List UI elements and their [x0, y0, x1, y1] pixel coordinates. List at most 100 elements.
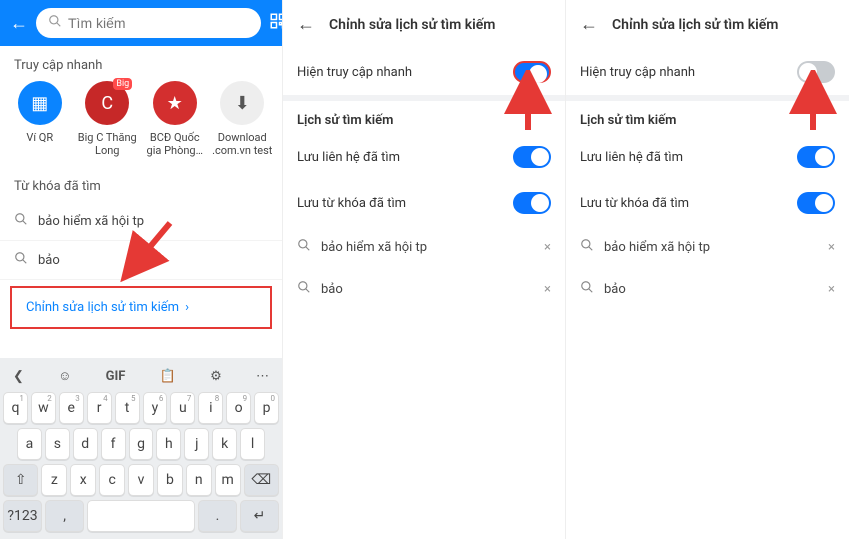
key-s[interactable]: s	[45, 428, 70, 460]
save-keywords-toggle[interactable]	[797, 192, 835, 214]
key-f[interactable]: f	[101, 428, 126, 460]
history-item[interactable]: bảo hiểm xã hội tp ×	[283, 226, 565, 268]
history-item[interactable]: bảo ×	[566, 268, 849, 310]
search-icon	[580, 238, 594, 256]
key-?123[interactable]: ?123	[3, 500, 42, 532]
save-keywords-toggle-row: Lưu từ khóa đã tìm	[566, 180, 849, 226]
key-g[interactable]: g	[129, 428, 154, 460]
page-title: Chỉnh sửa lịch sử tìm kiếm	[612, 17, 778, 33]
search-icon	[580, 280, 594, 298]
save-contacts-label: Lưu liên hệ đã tìm	[580, 150, 683, 165]
search-icon	[297, 280, 311, 298]
history-section-label: Lịch sử tìm kiếm	[283, 101, 565, 134]
quick-item-download[interactable]: ⬇ Download .com.vn test	[211, 81, 273, 157]
key-⇧[interactable]: ⇧	[3, 464, 38, 496]
delete-history-button[interactable]: ×	[544, 240, 551, 255]
edit-history-screen-on: ← Chỉnh sửa lịch sử tìm kiếm Hiện truy c…	[283, 0, 566, 539]
quick-item-label: Ví QR	[9, 131, 71, 144]
search-input[interactable]	[68, 15, 249, 31]
qr-wallet-icon: ▦	[18, 81, 62, 125]
key-u[interactable]: u7	[170, 392, 195, 424]
key-i[interactable]: i8	[198, 392, 223, 424]
key-z[interactable]: z	[41, 464, 67, 496]
save-contacts-toggle-row: Lưu liên hệ đã tìm	[283, 134, 565, 180]
save-contacts-toggle[interactable]	[513, 146, 551, 168]
key-e[interactable]: e3	[59, 392, 84, 424]
keyboard[interactable]: ❮ ☺ GIF 📋 ⚙ ⋯ q1w2e3r4t5y6u7i8o9p0 asdfgh…	[0, 358, 282, 539]
edit-history-header: ← Chỉnh sửa lịch sử tìm kiếm	[283, 0, 565, 49]
key-h[interactable]: h	[156, 428, 181, 460]
key-a[interactable]: a	[17, 428, 42, 460]
kb-collapse-icon[interactable]: ❮	[9, 367, 28, 386]
qr-icon[interactable]	[269, 12, 283, 34]
key-↵[interactable]: ↵	[240, 500, 279, 532]
kb-emoji-icon[interactable]: ☺	[54, 366, 75, 386]
edit-history-header: ← Chỉnh sửa lịch sử tìm kiếm	[566, 0, 849, 49]
key-space[interactable]	[87, 500, 195, 532]
save-keywords-toggle[interactable]	[513, 192, 551, 214]
history-item[interactable]: bảo hiểm xã hội tp	[0, 202, 282, 241]
key-o[interactable]: o9	[226, 392, 251, 424]
search-icon	[297, 238, 311, 256]
quick-access-toggle[interactable]	[513, 61, 551, 83]
search-field[interactable]	[36, 8, 261, 38]
quick-access-toggle-row: Hiện truy cập nhanh	[566, 49, 849, 95]
history-item[interactable]: bảo	[0, 241, 282, 280]
back-icon[interactable]: ←	[10, 13, 28, 34]
bcd-icon: ★	[153, 81, 197, 125]
key-t[interactable]: t5	[115, 392, 140, 424]
chevron-right-icon: ›	[185, 300, 189, 315]
key-,[interactable]: ,	[45, 500, 84, 532]
save-contacts-toggle[interactable]	[797, 146, 835, 168]
key-c[interactable]: c	[99, 464, 125, 496]
key-w[interactable]: w2	[31, 392, 56, 424]
search-icon	[48, 14, 62, 32]
key-m[interactable]: m	[215, 464, 241, 496]
history-text: bảo	[604, 282, 626, 297]
key-.[interactable]: .	[198, 500, 237, 532]
history-text: bảo hiểm xã hội tp	[604, 240, 710, 255]
edit-search-history-button[interactable]: Chỉnh sửa lịch sử tìm kiếm ›	[10, 286, 272, 329]
quick-item-bcd[interactable]: ★ BCĐ Quốc gia Phòng…	[144, 81, 206, 157]
history-item[interactable]: bảo hiểm xã hội tp ×	[566, 226, 849, 268]
quick-item-viqr[interactable]: ▦ Ví QR	[9, 81, 71, 157]
key-x[interactable]: x	[70, 464, 96, 496]
history-item[interactable]: bảo ×	[283, 268, 565, 310]
quick-item-bigc[interactable]: CBig Big C Thăng Long	[76, 81, 138, 157]
key-v[interactable]: v	[128, 464, 154, 496]
kb-settings-icon[interactable]: ⚙	[206, 367, 226, 386]
key-j[interactable]: j	[184, 428, 209, 460]
save-keywords-label: Lưu từ khóa đã tìm	[580, 196, 689, 211]
key-n[interactable]: n	[186, 464, 212, 496]
back-icon[interactable]: ←	[580, 14, 598, 35]
delete-history-button[interactable]: ×	[544, 282, 551, 297]
edit-history-label: Chỉnh sửa lịch sử tìm kiếm	[26, 300, 179, 315]
delete-history-button[interactable]: ×	[828, 282, 835, 297]
save-keywords-toggle-row: Lưu từ khóa đã tìm	[283, 180, 565, 226]
quick-access-toggle-row: Hiện truy cập nhanh	[283, 49, 565, 95]
quick-access-toggle[interactable]	[797, 61, 835, 83]
key-b[interactable]: b	[157, 464, 183, 496]
key-k[interactable]: k	[212, 428, 237, 460]
key-r[interactable]: r4	[87, 392, 112, 424]
key-y[interactable]: y6	[143, 392, 168, 424]
save-contacts-toggle-row: Lưu liên hệ đã tìm	[566, 134, 849, 180]
quick-item-label: BCĐ Quốc gia Phòng…	[144, 131, 206, 157]
back-icon[interactable]: ←	[297, 14, 315, 35]
quick-access-toggle-label: Hiện truy cập nhanh	[580, 65, 695, 80]
history-text: bảo	[321, 282, 343, 297]
quick-item-label: Download .com.vn test	[211, 131, 273, 157]
delete-history-button[interactable]: ×	[828, 240, 835, 255]
kb-more-icon[interactable]: ⋯	[252, 367, 273, 386]
kb-gif-button[interactable]: GIF	[102, 367, 130, 386]
key-d[interactable]: d	[73, 428, 98, 460]
download-icon: ⬇	[220, 81, 264, 125]
history-text: bảo hiểm xã hội tp	[38, 214, 144, 229]
key-⌫[interactable]: ⌫	[244, 464, 279, 496]
key-p[interactable]: p0	[254, 392, 279, 424]
key-q[interactable]: q1	[3, 392, 28, 424]
quick-access-toggle-label: Hiện truy cập nhanh	[297, 65, 412, 80]
page-title: Chỉnh sửa lịch sử tìm kiếm	[329, 17, 495, 33]
kb-clipboard-icon[interactable]: 📋	[156, 367, 180, 386]
key-l[interactable]: l	[240, 428, 265, 460]
